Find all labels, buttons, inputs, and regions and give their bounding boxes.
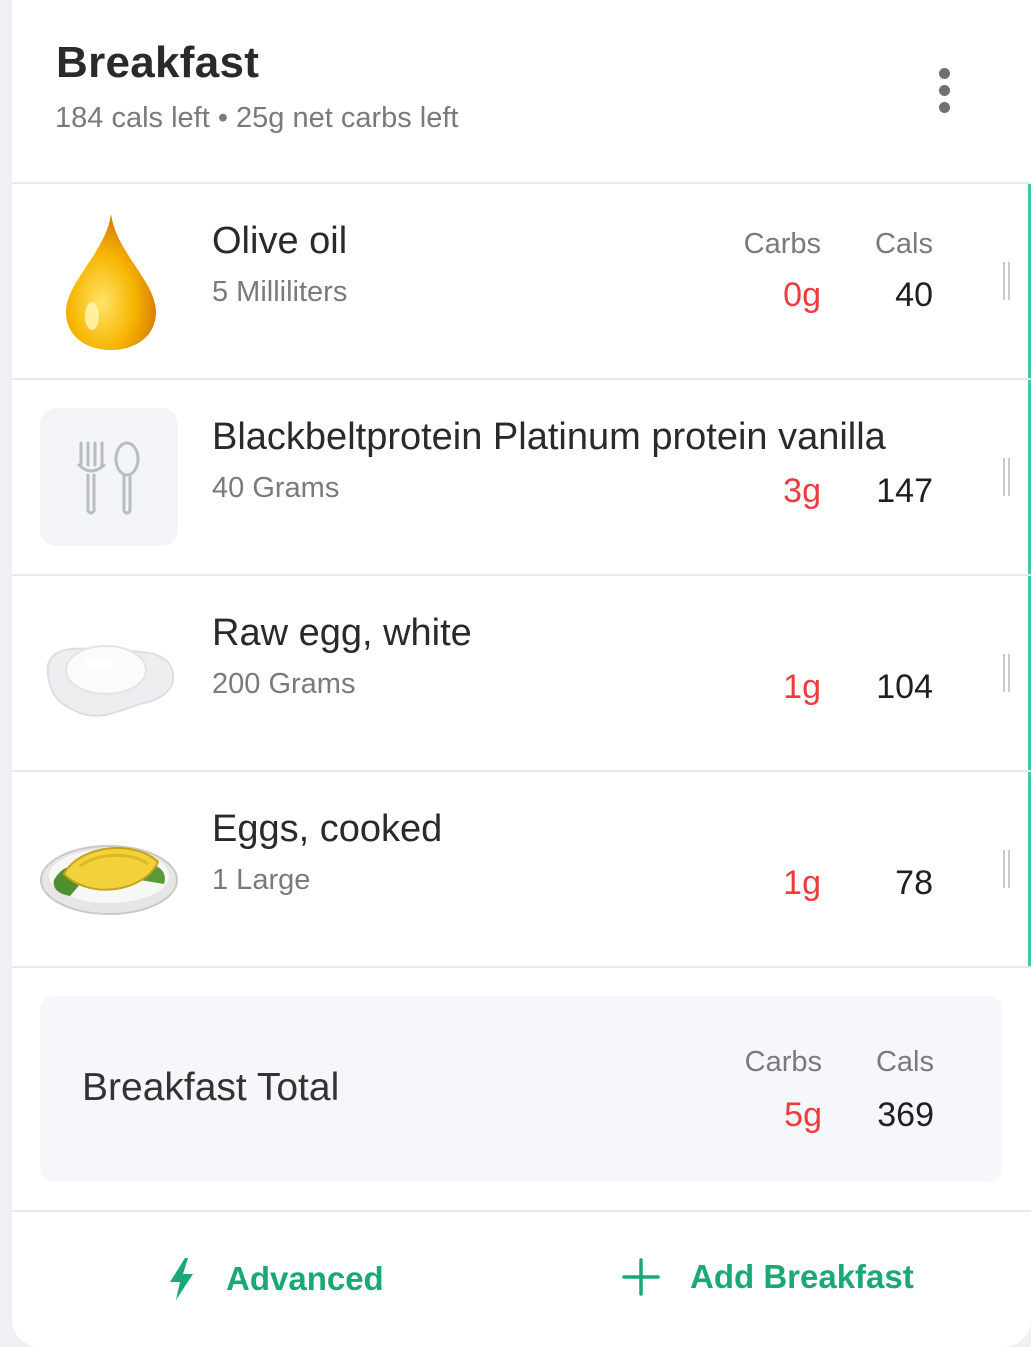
food-carbs: 0g [783,276,821,314]
food-carbs: 1g [783,864,821,902]
more-dot-icon [938,84,950,96]
lightning-icon [170,1258,193,1300]
meal-title: Breakfast [56,38,260,87]
food-amount: 1 Large [212,864,311,896]
meal-footer: Advanced Add Breakfast [12,1210,1031,1347]
total-carbs: 5g [784,1096,822,1134]
more-options-button[interactable] [920,60,968,120]
food-row-egg-white[interactable]: Raw egg, white 200 Grams 1g 104 [12,576,1031,772]
cals-header: Cals [875,1046,934,1078]
meal-total: Breakfast Total Carbs Cals 5g 369 [40,996,1002,1182]
more-dot-icon [938,101,950,113]
carbs-header: Carbs [744,1046,822,1078]
food-amount: 40 Grams [212,472,340,504]
fork-spoon-icon [40,408,178,546]
egg-white-icon [40,604,178,742]
food-name: Raw egg, white [212,612,472,654]
add-breakfast-label: Add Breakfast [690,1258,914,1295]
food-amount: 200 Grams [212,668,356,700]
food-cals: 40 [895,276,933,314]
food-row-eggs-cooked[interactable]: Eggs, cooked 1 Large 1g 78 [12,772,1031,968]
food-cals: 147 [876,472,933,510]
food-carbs: 3g [783,472,821,510]
drag-handle-icon[interactable] [1003,850,1013,888]
drag-handle-icon[interactable] [1003,262,1013,300]
food-row-protein[interactable]: Blackbeltprotein Platinum protein vanill… [12,380,1031,576]
meal-card: Breakfast 184 cals left • 25g net carbs … [12,0,1031,1347]
food-name: Olive oil [212,220,348,262]
food-row-olive-oil[interactable]: Olive oil 5 Milliliters Carbs Cals 0g 40 [12,184,1031,380]
advanced-button[interactable]: Advanced [166,1258,384,1300]
drag-handle-icon[interactable] [1003,654,1013,692]
olive-oil-drop-icon [40,212,178,350]
food-name: Blackbeltprotein Platinum protein vanill… [212,416,886,458]
carbs-header: Carbs [743,228,821,260]
total-cals: 369 [877,1096,934,1134]
plus-icon [622,1258,660,1296]
add-breakfast-button[interactable]: Add Breakfast [622,1258,914,1296]
more-dot-icon [938,67,950,79]
food-name: Eggs, cooked [212,808,443,850]
drag-handle-icon[interactable] [1003,458,1013,496]
omelette-icon [40,800,178,938]
food-carbs: 1g [783,668,821,706]
meal-remaining: 184 cals left • 25g net carbs left [55,102,459,134]
advanced-label: Advanced [226,1260,384,1297]
food-amount: 5 Milliliters [212,276,348,308]
meal-header: Breakfast 184 cals left • 25g net carbs … [12,0,1031,184]
food-cals: 104 [876,668,933,706]
total-label: Breakfast Total [82,1066,340,1109]
food-cals: 78 [895,864,933,902]
cals-header: Cals [874,228,933,260]
